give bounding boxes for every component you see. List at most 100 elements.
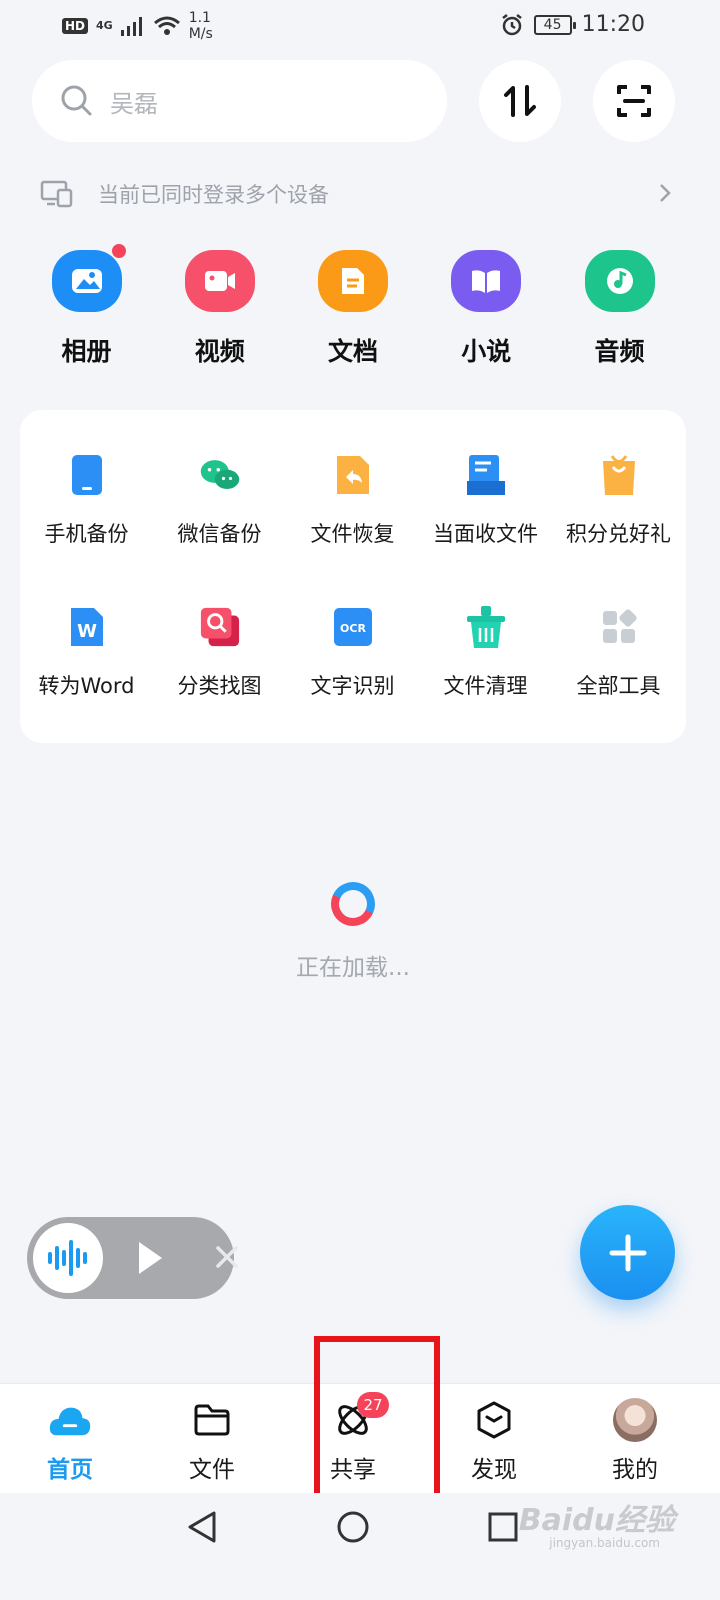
album-icon (51, 250, 122, 312)
status-left: HD 4G 1.1 M/s (62, 10, 213, 42)
tool-label: 文字识别 (310, 674, 395, 698)
category-audio[interactable]: 音频 (553, 250, 686, 380)
convert-word-icon: W (66, 604, 108, 650)
tool-label: 手机备份 (44, 522, 129, 546)
document-icon (318, 250, 388, 312)
new-dot (112, 244, 126, 258)
tool-label: 全部工具 (576, 674, 661, 698)
status-right: 45 11:20 (500, 12, 645, 37)
home-cloud-icon (48, 1398, 92, 1442)
folder-icon (190, 1398, 234, 1442)
speed-unit: M/s (188, 26, 213, 42)
tool-all-tools[interactable]: 全部工具 (552, 604, 685, 700)
tools-card: 手机备份 微信备份 文件恢复 当面收文件 积分兑好礼 W 转为Word 分类找图… (20, 410, 686, 743)
add-button[interactable] (580, 1205, 675, 1300)
all-tools-icon (598, 604, 640, 650)
nav-files[interactable]: 文件 (162, 1398, 262, 1484)
search-icon (61, 85, 92, 116)
transfer-button[interactable] (479, 60, 561, 142)
tool-file-clean[interactable]: 文件清理 (419, 604, 552, 700)
category-row: 相册 视频 文档 小说 音频 (20, 244, 686, 380)
nav-home[interactable]: 首页 (20, 1398, 120, 1484)
home-icon[interactable] (336, 1509, 370, 1545)
phone-backup-icon (66, 452, 108, 498)
tool-ocr[interactable]: OCR 文字识别 (286, 604, 419, 700)
wechat-backup-icon (199, 452, 241, 498)
find-image-icon (199, 604, 241, 650)
multi-device-notice[interactable]: 当前已同时登录多个设备 (40, 172, 680, 216)
highlight-box (314, 1336, 440, 1502)
category-document[interactable]: 文档 (287, 250, 420, 380)
watermark-logo: Baidu经验 (518, 1503, 675, 1538)
tool-label: 文件清理 (443, 674, 528, 698)
tool-receive-file[interactable]: 当面收文件 (419, 452, 552, 548)
tool-points-gift[interactable]: 积分兑好礼 (552, 452, 685, 548)
category-label: 音频 (594, 337, 645, 366)
nav-discover[interactable]: 发现 (444, 1398, 544, 1484)
category-label: 视频 (194, 337, 245, 366)
tool-label: 分类找图 (177, 674, 262, 698)
audio-player-pill[interactable] (27, 1217, 238, 1299)
status-bar: HD 4G 1.1 M/s 45 11:20 (0, 0, 720, 52)
clock: 11:20 (581, 12, 645, 37)
tool-label: 转为Word (38, 674, 135, 698)
category-video[interactable]: 视频 (153, 250, 286, 380)
nav-label: 首页 (47, 1457, 93, 1483)
back-icon[interactable] (186, 1509, 218, 1545)
scan-button[interactable] (593, 60, 675, 142)
recents-icon[interactable] (487, 1509, 519, 1545)
tool-label: 文件恢复 (310, 522, 395, 546)
signal-icon (120, 17, 142, 36)
tool-file-restore[interactable]: 文件恢复 (286, 452, 419, 548)
speed-value: 1.1 (188, 10, 211, 26)
search-placeholder: 吴磊 (110, 89, 158, 118)
novel-icon (451, 250, 522, 312)
device-notice-text: 当前已同时登录多个设备 (98, 183, 329, 207)
word-icon-letter: W (77, 621, 97, 642)
wifi-icon (153, 16, 180, 35)
file-restore-icon (332, 452, 374, 498)
tool-label: 当面收文件 (433, 522, 538, 546)
tool-label: 微信备份 (177, 522, 262, 546)
discover-icon (472, 1398, 516, 1442)
video-icon (184, 250, 255, 312)
network-type: 4G (96, 19, 113, 32)
nav-me[interactable]: 我的 (585, 1398, 685, 1484)
ocr-icon-text: OCR (340, 622, 366, 635)
receive-file-icon (465, 452, 507, 498)
network-speed: 1.1 M/s (189, 10, 213, 42)
alarm-icon (501, 13, 522, 35)
hd-badge: HD (62, 18, 89, 34)
loading-text: 正在加载... (296, 955, 410, 981)
devices-icon (40, 180, 73, 208)
nav-label: 发现 (471, 1457, 517, 1483)
category-novel[interactable]: 小说 (420, 250, 553, 380)
loading-spinner-icon (324, 875, 382, 933)
scan-icon (617, 85, 651, 117)
nav-label: 文件 (189, 1457, 235, 1483)
category-album[interactable]: 相册 (20, 244, 153, 380)
nav-label: 我的 (612, 1457, 658, 1483)
transfer-icon (504, 85, 536, 117)
tool-label: 积分兑好礼 (566, 522, 671, 546)
close-icon[interactable] (215, 1245, 239, 1269)
tool-phone-backup[interactable]: 手机备份 (20, 452, 153, 548)
avatar-icon (613, 1398, 657, 1442)
points-gift-icon (598, 452, 640, 498)
category-label: 小说 (461, 337, 512, 366)
category-label: 相册 (61, 337, 112, 366)
battery-indicator: 45 (533, 14, 576, 35)
ocr-icon: OCR (332, 604, 374, 650)
tool-wechat-backup[interactable]: 微信备份 (153, 452, 286, 548)
audio-wave-icon[interactable] (33, 1223, 103, 1293)
watermark-url: jingyan.baidu.com (549, 1536, 660, 1550)
plus-icon (609, 1234, 646, 1271)
play-icon[interactable] (135, 1239, 165, 1277)
chevron-right-icon (660, 184, 671, 202)
category-label: 文档 (327, 337, 378, 366)
audio-icon (584, 250, 655, 312)
tool-convert-word[interactable]: W 转为Word (20, 604, 153, 700)
file-clean-icon (465, 604, 507, 650)
tool-find-image[interactable]: 分类找图 (153, 604, 286, 700)
search-input[interactable]: 吴磊 (32, 60, 447, 142)
